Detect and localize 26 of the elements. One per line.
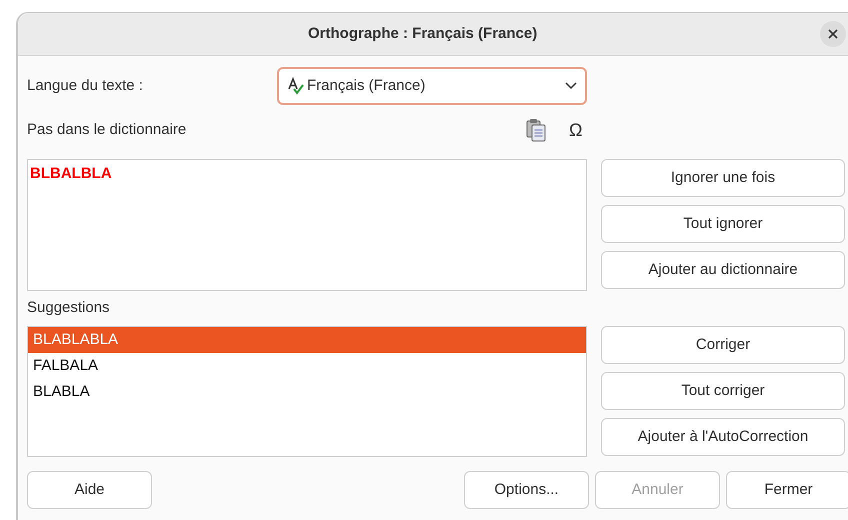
dialog-button[interactable]: Tout ignorer (601, 205, 845, 243)
dialog-button[interactable]: Ignorer une fois (601, 159, 845, 197)
window-title: Orthographe : Français (France) (308, 24, 538, 44)
dialog-button[interactable]: Ajouter à l'AutoCorrection (601, 418, 845, 456)
suggestions-list[interactable]: BLABLABLA FALBALA BLABLA (27, 326, 587, 457)
field-label: Langue du texte : (27, 76, 144, 96)
misspelled-word: BLBALBLA (30, 165, 112, 182)
dialog-button[interactable]: Aide (27, 471, 152, 509)
dialog-button[interactable]: Corriger (601, 326, 845, 364)
language-dropdown[interactable]: Français (France) (277, 67, 587, 105)
spellcheck-icon (287, 77, 305, 95)
dialog-button[interactable]: Ajouter au dictionnaire (601, 251, 845, 289)
special-character-icon[interactable]: Ω (569, 116, 582, 144)
misspelled-text-area[interactable]: BLBALBLA (27, 159, 587, 291)
close-button[interactable] (820, 21, 846, 47)
close-icon (828, 29, 838, 39)
chevron-down-icon (565, 82, 577, 90)
clipboard-icon[interactable] (525, 118, 547, 142)
field-label: Pas dans le dictionnaire (27, 120, 188, 140)
suggestion-item[interactable]: BLABLABLA (28, 327, 586, 353)
dialog-button[interactable]: Tout corriger (601, 372, 845, 410)
suggestion-item[interactable]: FALBALA (28, 353, 586, 379)
suggestion-item[interactable]: BLABLA (28, 379, 586, 405)
dialog-button[interactable]: Fermer (726, 471, 848, 509)
dialog-button[interactable]: Options... (464, 471, 589, 509)
field-label: Suggestions (27, 298, 110, 318)
